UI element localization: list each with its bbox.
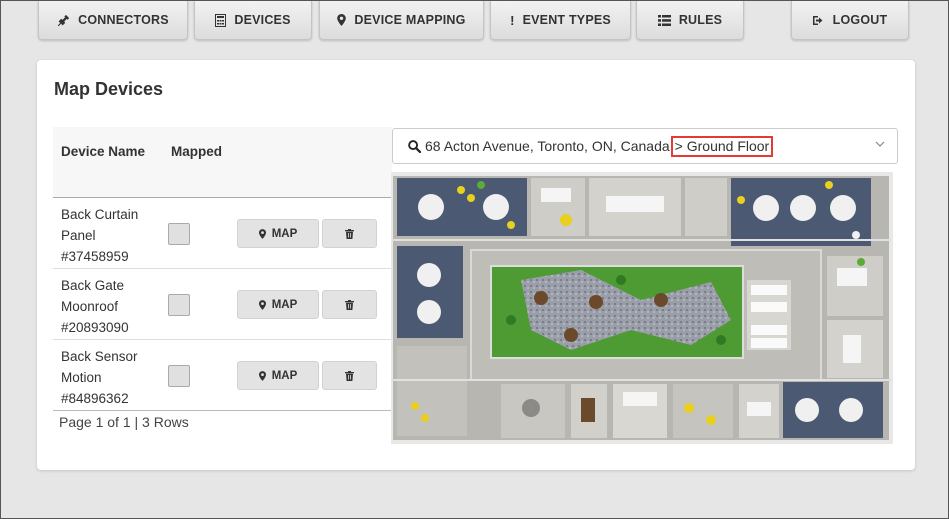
delete-button[interactable] [322,290,377,319]
map-button-label: MAP [271,227,298,240]
map-button-label: MAP [271,298,298,311]
mapped-checkbox[interactable] [168,223,190,245]
trash-icon [345,228,354,239]
floor-label: > Ground Floor [670,135,774,157]
floor-plan-image[interactable] [391,170,893,445]
nav-logout-button[interactable]: LOGOUT [791,1,909,40]
top-nav: CONNECTORS DEVICES DEVICE MAPPING ! EVEN… [1,1,949,41]
nav-device-mapping-button[interactable]: DEVICE MAPPING [319,1,484,40]
nav-device-mapping-label: DEVICE MAPPING [354,13,466,27]
devices-table: Device Name Mapped Back Curtain Panel #3… [53,127,392,411]
calculator-icon [215,13,227,27]
page-title: Map Devices [54,79,164,99]
location-select[interactable]: 68 Acton Avenue, Toronto, ON, Canada > G… [392,128,898,164]
map-marker-icon [258,370,266,381]
location-address: 68 Acton Avenue, Toronto, ON, Canada [425,138,670,154]
device-name: Back Curtain Panel #37458959 [61,207,139,264]
nav-connectors-label: CONNECTORS [78,13,169,27]
mapped-checkbox[interactable] [168,294,190,316]
map-devices-card: Map Devices Device Name Mapped Back Curt… [37,60,915,470]
map-button-label: MAP [271,369,298,382]
nav-logout-label: LOGOUT [832,13,888,27]
pagination-info: Page 1 of 1 | 3 Rows [59,414,189,430]
nav-event-types-label: EVENT TYPES [522,13,611,27]
mapped-checkbox[interactable] [168,365,190,387]
device-name: Back Gate Moonroof #20893090 [61,278,129,335]
table-row: Back Curtain Panel #37458959 MAP [53,198,392,269]
plug-icon [57,14,70,27]
search-icon [408,139,421,153]
nav-rules-label: RULES [678,13,723,27]
nav-devices-label: DEVICES [234,13,291,27]
map-marker-icon [258,299,266,310]
table-row: Back Gate Moonroof #20893090 MAP [53,269,392,340]
sign-out-icon [812,15,825,26]
table-row: Back Sensor Motion #84896362 MAP [53,340,392,411]
map-marker-icon [337,14,347,26]
exclamation-icon: ! [510,12,515,28]
table-header: Device Name Mapped [53,127,392,198]
delete-button[interactable] [322,219,377,248]
device-name-header[interactable]: Device Name [61,144,145,159]
list-icon [657,14,671,26]
trash-icon [345,299,354,310]
device-name: Back Sensor Motion #84896362 [61,349,138,406]
delete-button[interactable] [322,361,377,390]
mapped-header[interactable]: Mapped [171,144,222,159]
nav-connectors-button[interactable]: CONNECTORS [38,1,188,40]
map-button[interactable]: MAP [237,219,319,248]
map-button[interactable]: MAP [237,361,319,390]
trash-icon [345,370,354,381]
nav-rules-button[interactable]: RULES [636,1,744,40]
map-button[interactable]: MAP [237,290,319,319]
chevron-down-icon[interactable] [875,141,885,147]
nav-devices-button[interactable]: DEVICES [194,1,312,40]
nav-event-types-button[interactable]: ! EVENT TYPES [490,1,631,40]
map-marker-icon [258,228,266,239]
